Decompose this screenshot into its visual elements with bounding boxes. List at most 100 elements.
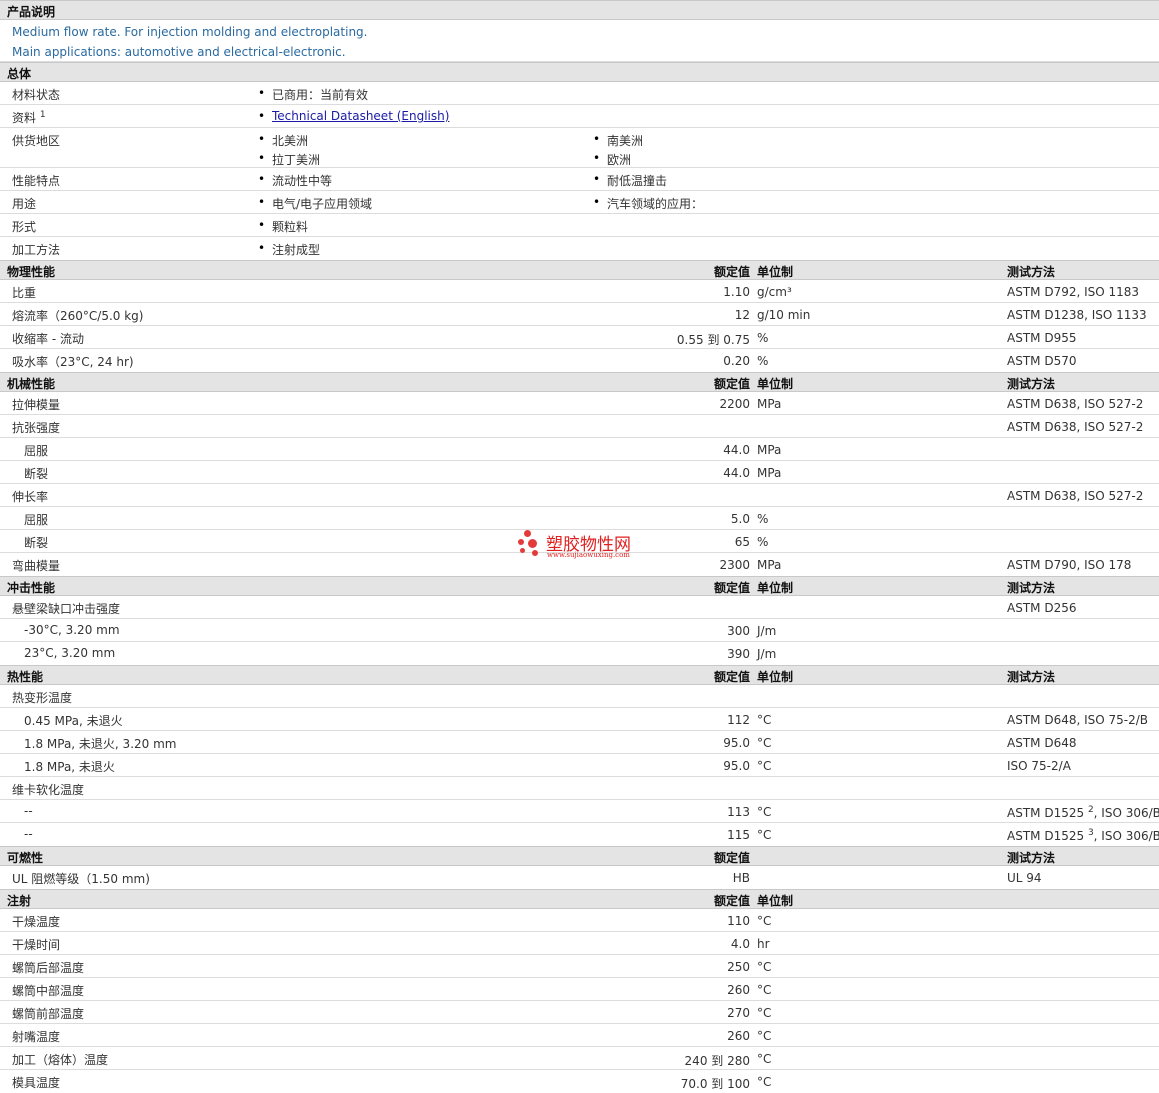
property-label: 螺筒后部温度	[12, 961, 85, 975]
property-row: 收缩率 - 流动 0.55 到 0.75% ASTM D955	[0, 326, 1159, 349]
property-row: -- 115 °C ASTM D1525 3, ISO 306/B120	[0, 823, 1159, 846]
property-value: 260	[727, 1029, 750, 1043]
section-title: 产品说明	[7, 5, 56, 19]
property-value: 0.55 到 0.75	[676, 333, 750, 347]
unit-header: 单位制	[757, 265, 794, 279]
row-value: 颗粒料	[258, 218, 308, 235]
row-label: 形式	[12, 220, 37, 234]
property-unit: MPa	[757, 397, 782, 411]
use-item: 汽车领域的应用：	[593, 195, 703, 212]
unit-header: 单位制	[757, 581, 794, 595]
property-label: 熔流率（260°C/5.0 kg)	[12, 309, 144, 323]
general-row-features: 性能特点 流动性中等 耐低温撞击	[0, 168, 1159, 191]
property-label: 吸水率（23°C, 24 hr)	[12, 355, 134, 369]
property-row: 0.45 MPa, 未退火 112 °C ASTM D648, ISO 75-2/B	[0, 708, 1159, 731]
test-method: ASTM D648, ISO 75-2/B	[1007, 713, 1148, 727]
property-value: 270	[727, 1006, 750, 1020]
property-value: 110	[727, 914, 750, 928]
property-label: 弯曲模量	[12, 559, 61, 573]
property-unit: J/m	[757, 647, 777, 661]
property-label: 0.45 MPa, 未退火	[24, 714, 123, 728]
technical-datasheet-link[interactable]: Technical Datasheet (English)	[272, 109, 449, 123]
property-row: -30°C, 3.20 mm 300 J/m	[0, 619, 1159, 642]
test-method: ASTM D638, ISO 527-2	[1007, 397, 1143, 411]
property-value: 2300	[719, 558, 750, 572]
row-label: 性能特点	[12, 174, 61, 188]
property-value: 0.20	[723, 354, 750, 368]
property-row: 比重 1.10 g/cm³ ASTM D792, ISO 1183	[0, 280, 1159, 303]
property-label: --	[24, 804, 33, 818]
nominal-header: 额定值	[713, 377, 750, 391]
feature-item: 流动性中等	[258, 172, 332, 189]
property-unit: %	[757, 535, 769, 549]
section-injection: 注射 额定值 单位制	[0, 889, 1159, 909]
test-method-text: ASTM D570	[1007, 354, 1077, 368]
property-value: HB	[732, 871, 750, 885]
property-unit: MPa	[757, 466, 782, 480]
property-unit: °C	[757, 1075, 772, 1089]
property-unit: °C	[757, 759, 772, 773]
property-label: 断裂	[24, 536, 49, 550]
property-label: 维卡软化温度	[12, 783, 85, 797]
property-unit: MPa	[757, 558, 782, 572]
property-row: 吸水率（23°C, 24 hr) 0.20% ASTM D570	[0, 349, 1159, 372]
property-label: 螺筒前部温度	[12, 1007, 85, 1021]
section-title: 物理性能	[7, 265, 56, 279]
property-label: 模具温度	[12, 1076, 61, 1090]
property-unit: hr	[757, 937, 770, 951]
property-unit: °C	[757, 1052, 772, 1066]
property-row: 抗张强度 ASTM D638, ISO 527-2	[0, 415, 1159, 438]
row-label: 资料	[12, 111, 37, 125]
property-row: 1.8 MPa, 未退火 95.0 °C ISO 75-2/A	[0, 754, 1159, 777]
region-item: 南美洲	[593, 132, 643, 149]
property-value: 113	[727, 805, 750, 819]
section-mechanical: 机械性能 额定值 单位制 测试方法	[0, 372, 1159, 392]
property-row: 射嘴温度 260 °C	[0, 1024, 1159, 1047]
watermark-url: www.sujiaowuxing.com	[547, 551, 630, 559]
test-method: UL 94	[1007, 871, 1042, 885]
row-label: 用途	[12, 197, 37, 211]
test-method: ASTM D638, ISO 527-2	[1007, 489, 1143, 503]
property-value: 44.0	[723, 466, 750, 480]
unit-header: 单位制	[757, 377, 794, 391]
property-row: 热变形温度	[0, 685, 1159, 708]
row-value: 注射成型	[258, 241, 320, 258]
test-method: ASTM D1525 2, ISO 306/B50	[1007, 805, 1159, 820]
test-method-header: 测试方法	[1007, 581, 1056, 595]
property-label: 螺筒中部温度	[12, 984, 85, 998]
test-method-text: ASTM D638, ISO 527-2	[1007, 397, 1144, 411]
section-title: 机械性能	[7, 377, 56, 391]
property-unit: °C	[757, 914, 772, 928]
property-label: 收缩率 - 流动	[12, 332, 84, 346]
test-method-header: 测试方法	[1007, 851, 1056, 865]
test-method-text: ASTM D648, ISO 75-2/B	[1007, 713, 1149, 727]
property-label: 比重	[12, 286, 37, 300]
section-thermal: 热性能 额定值 单位制 测试方法	[0, 665, 1159, 685]
property-row: 螺筒前部温度 270 °C	[0, 1001, 1159, 1024]
property-unit: J/m	[757, 624, 777, 638]
property-row: 悬壁梁缺口冲击强度 ASTM D256	[0, 596, 1159, 619]
property-row: 1.8 MPa, 未退火, 3.20 mm 95.0 °C ASTM D648	[0, 731, 1159, 754]
property-label: 屈服	[24, 513, 49, 527]
general-row-forms: 形式 颗粒料	[0, 214, 1159, 237]
property-value: 250	[727, 960, 750, 974]
property-row: 加工（熔体）温度 240 到 280 °C	[0, 1047, 1159, 1070]
section-title: 注射	[7, 894, 32, 908]
property-value: 300	[727, 624, 750, 638]
property-row: UL 阻燃等级（1.50 mm) HB UL 94	[0, 866, 1159, 889]
property-row: 熔流率（260°C/5.0 kg) 12 g/10 min ASTM D1238, I…	[0, 303, 1159, 326]
feature-item: 耐低温撞击	[593, 172, 667, 189]
property-unit: °C	[757, 1029, 772, 1043]
unit-header: 单位制	[757, 894, 794, 908]
test-method-header: 测试方法	[1007, 377, 1056, 391]
test-method: ASTM D790, ISO 178	[1007, 558, 1131, 572]
test-method-text: , ISO 306/B120	[1093, 829, 1159, 843]
property-value: 390	[727, 647, 750, 661]
description-line: Medium flow rate. For injection molding …	[12, 25, 368, 39]
property-label: 1.8 MPa, 未退火	[24, 760, 115, 774]
row-label: 材料状态	[12, 88, 61, 102]
property-unit: °C	[757, 960, 772, 974]
section-physical: 物理性能 额定值 单位制 测试方法	[0, 260, 1159, 280]
property-row: 伸长率 ASTM D638, ISO 527-2	[0, 484, 1159, 507]
test-method: ASTM D1238, ISO 1133	[1007, 308, 1147, 322]
